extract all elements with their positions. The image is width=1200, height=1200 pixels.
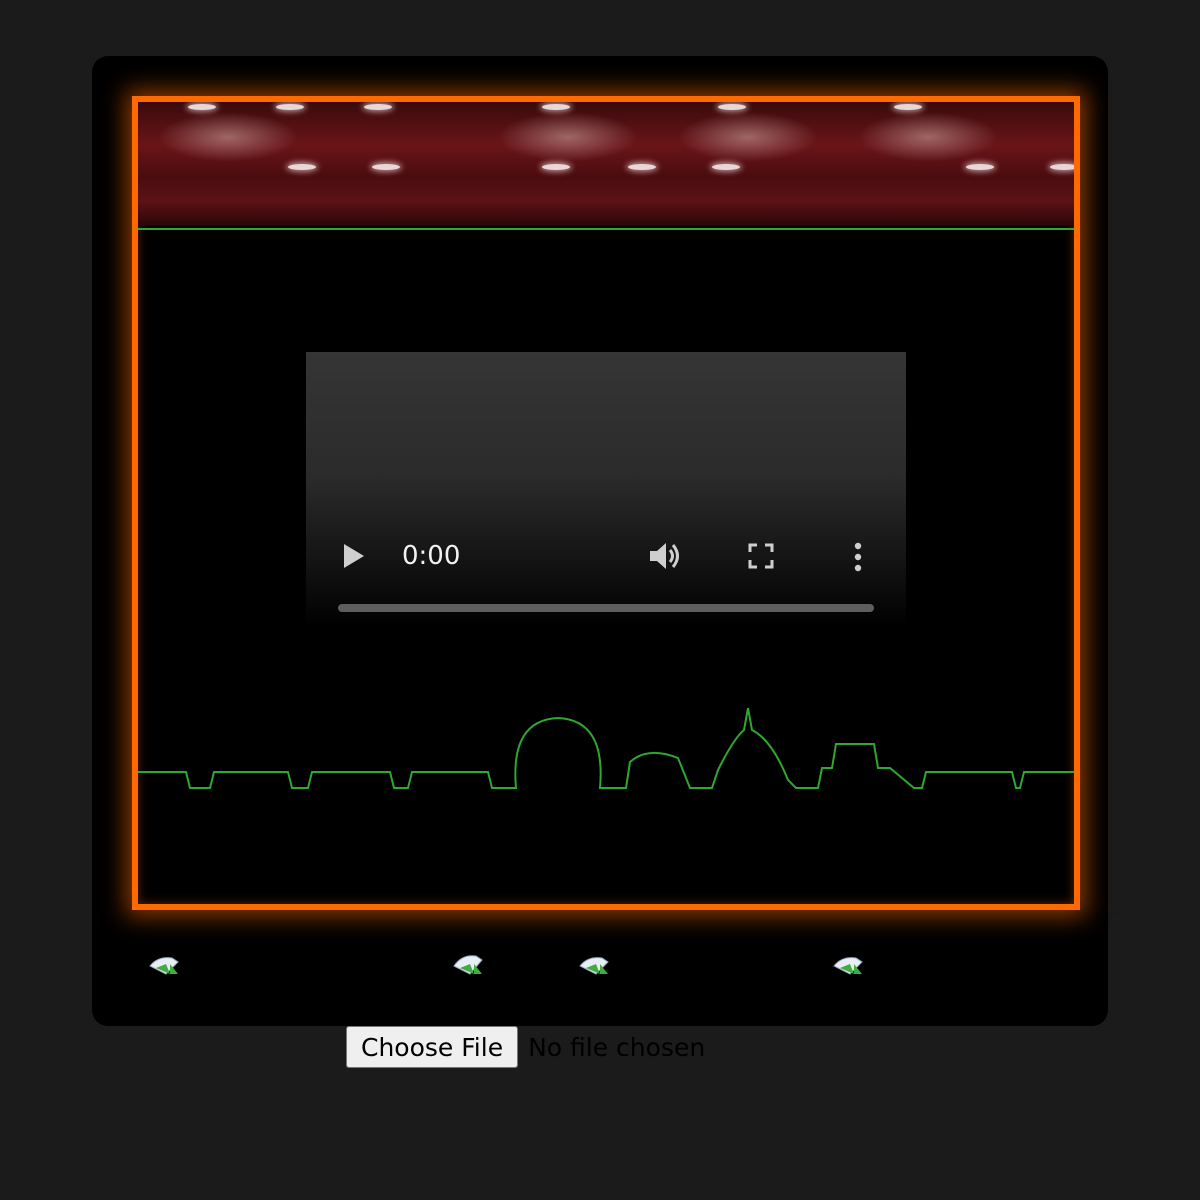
progress-bar[interactable]: [338, 604, 874, 612]
file-input[interactable]: Choose File No file chosen: [346, 1026, 705, 1068]
curtain-light: [718, 104, 746, 110]
video-player[interactable]: 0:00: [306, 352, 906, 628]
theater-container: 0:00: [92, 56, 1108, 1026]
thumbnail-strip: [132, 946, 1068, 996]
stage-edge-line: [138, 228, 1074, 230]
curtain-light: [542, 164, 570, 170]
curtain-light: [1050, 164, 1074, 170]
curtain-light: [372, 164, 400, 170]
curtain-glow: [678, 112, 818, 162]
volume-icon[interactable]: [648, 540, 684, 572]
curtain-light: [542, 104, 570, 110]
curtain-light: [288, 164, 316, 170]
broken-image-icon[interactable]: [452, 950, 486, 980]
curtain-light: [364, 104, 392, 110]
broken-image-icon[interactable]: [832, 950, 866, 980]
file-status-text: No file chosen: [528, 1032, 706, 1062]
fullscreen-icon[interactable]: [748, 543, 774, 569]
theater-screen-frame: 0:00: [132, 96, 1080, 910]
play-icon[interactable]: [344, 544, 364, 568]
choose-file-button[interactable]: Choose File: [346, 1026, 519, 1068]
curtain-light: [966, 164, 994, 170]
more-options-icon[interactable]: [852, 542, 864, 572]
broken-image-icon[interactable]: [148, 950, 182, 980]
current-time: 0:00: [402, 541, 461, 571]
curtain-light: [628, 164, 656, 170]
curtain-glow: [858, 112, 998, 162]
curtain-glow: [158, 112, 298, 162]
curtain-light: [894, 104, 922, 110]
curtain-light: [188, 104, 216, 110]
curtain-glow: [498, 112, 638, 162]
curtain-light: [712, 164, 740, 170]
curtain-valance: [138, 102, 1074, 226]
broken-image-icon[interactable]: [578, 950, 612, 980]
theater-seats-silhouette: [138, 707, 1074, 789]
curtain-light: [276, 104, 304, 110]
